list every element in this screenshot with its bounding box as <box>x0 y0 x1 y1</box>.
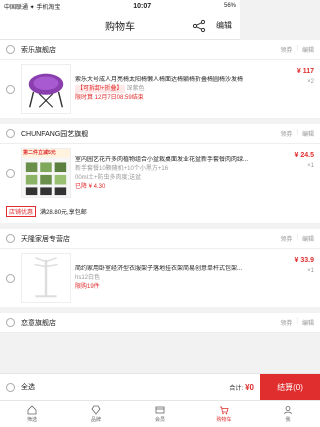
store-select-radio[interactable] <box>6 318 15 327</box>
user-icon <box>284 406 292 415</box>
tab-brand[interactable]: 品牌 <box>64 401 128 427</box>
tab-member[interactable]: 会员 <box>128 401 192 427</box>
cart-item[interactable]: 索乐大号成人月亮椅太阳椅懒人椅面达椅躺椅折叠椅圆椅沙发椅 【可拆卸+折叠】 深紫色… <box>0 60 320 118</box>
spec-text: 00ml土+防虫多肉度;送盆 <box>75 174 142 181</box>
checkout-bar: 全选 合计: ¥0 结算(0) <box>0 373 320 401</box>
tab-label: 品牌 <box>90 417 101 423</box>
spec-text: 深紫色 <box>126 86 145 92</box>
item-price: ¥ 33.9 <box>294 257 314 264</box>
status-bar: 中国联通 ✦ 手机淘宝 10:07 56% <box>0 0 240 12</box>
store-name[interactable]: CHUNFANG园艺旗舰 <box>21 129 280 139</box>
nav-bar: 购物车 编辑 <box>0 12 240 40</box>
tab-filter[interactable]: 筛选 <box>0 401 64 427</box>
promo-text: 已降 ¥ 4.30 <box>75 183 106 190</box>
page-title: 购物车 <box>105 22 135 33</box>
store-edit-button[interactable]: 编辑 <box>302 45 314 54</box>
item-price: ¥ 24.5 <box>294 152 314 159</box>
cart-icon <box>220 406 229 415</box>
product-title: 室内园艺花卉多肉植物组合小盆栽桌面发业花盆新手套餐肉肉绿... <box>75 156 249 163</box>
promo-banner: 第二件立减5元 <box>23 150 56 156</box>
store-card: CHUNFANG园艺旗舰 领券 | 编辑 第二件立减5元 室内园艺花卉多肉植物组… <box>0 124 320 223</box>
coupon-button[interactable]: 领券 <box>280 129 292 138</box>
tab-label: 购物车 <box>216 417 232 423</box>
tab-me[interactable]: 我 <box>256 401 320 427</box>
store-card: 索乐旗舰店 领券 | 编辑 索乐大号成人月亮椅太阳椅懒人椅面达椅躺椅折叠椅圆椅沙… <box>0 40 320 118</box>
coupon-button[interactable]: 领券 <box>280 318 292 327</box>
edit-button[interactable]: 编辑 <box>216 20 232 31</box>
store-header: 天隆家居专营店 领券 | 编辑 <box>0 229 320 249</box>
product-image[interactable] <box>21 64 71 114</box>
cart-item[interactable]: 简约家用卧室经济型衣服架子落地挂衣架简易创意单杆式包架... hs12白色 限购… <box>0 249 320 307</box>
total-amount: ¥0 <box>245 382 254 392</box>
share-icon[interactable] <box>192 19 206 33</box>
tab-label: 我 <box>285 417 291 423</box>
store-name[interactable]: 恋意旗舰店 <box>21 318 280 328</box>
store-select-radio[interactable] <box>6 129 15 138</box>
store-select-radio[interactable] <box>6 45 15 54</box>
tab-label: 会员 <box>154 417 165 423</box>
spec-text: 新手套餐10颗随机+10个小黑方+16 <box>75 165 169 172</box>
store-promo-row: 店铺优惠 满28.80元,享包邮 <box>0 202 320 223</box>
item-quantity: ×1 <box>307 268 314 274</box>
select-all-label[interactable]: 全选 <box>21 382 229 392</box>
store-card: 天隆家居专营店 领券 | 编辑 简约家用卧室经济型衣服架子落地挂衣架简易创意单杆… <box>0 229 320 307</box>
spec-text: hs12白色 <box>75 275 101 281</box>
home-icon <box>27 405 37 415</box>
coupon-button[interactable]: 领券 <box>280 234 292 243</box>
store-edit-button[interactable]: 编辑 <box>302 318 314 327</box>
item-select-radio[interactable] <box>6 168 15 178</box>
coupon-button[interactable]: 领券 <box>280 45 292 54</box>
store-header: 索乐旗舰店 领券 | 编辑 <box>0 40 320 60</box>
cart-item[interactable]: 第二件立减5元 室内园艺花卉多肉植物组合小盆栽桌面发业花盆新手套餐肉肉绿... … <box>0 144 320 202</box>
promo-text: 限购19件 <box>75 284 100 290</box>
carrier-label: 中国联通 ✦ 手机淘宝 <box>4 4 61 11</box>
store-edit-button[interactable]: 编辑 <box>302 234 314 243</box>
item-quantity: ×2 <box>307 79 314 85</box>
tab-label: 筛选 <box>26 417 37 423</box>
cart-list: 索乐旗舰店 领券 | 编辑 索乐大号成人月亮椅太阳椅懒人椅面达椅躺椅折叠椅圆椅沙… <box>0 40 320 373</box>
select-all-radio[interactable] <box>6 382 15 392</box>
store-promo-text: 满28.80元,享包邮 <box>40 210 87 216</box>
store-edit-button[interactable]: 编辑 <box>302 129 314 138</box>
checkout-button[interactable]: 结算(0) <box>260 373 320 401</box>
store-header: CHUNFANG园艺旗舰 领券 | 编辑 <box>0 124 320 144</box>
store-header: 恋意旗舰店 领券 | 编辑 <box>0 313 320 333</box>
tab-cart[interactable]: 购物车 <box>192 401 256 427</box>
item-quantity: ×1 <box>307 163 314 169</box>
store-card: 恋意旗舰店 领券 | 编辑 <box>0 313 320 333</box>
item-price: ¥ 117 <box>296 68 314 75</box>
total-label: 合计: <box>229 385 244 392</box>
card-icon <box>155 406 165 414</box>
product-image[interactable]: 第二件立减5元 <box>21 148 71 198</box>
item-select-radio[interactable] <box>6 84 15 94</box>
diamond-icon <box>91 405 101 415</box>
store-promo-badge: 店铺优惠 <box>6 206 37 217</box>
product-image[interactable] <box>21 253 71 303</box>
product-title: 索乐大号成人月亮椅太阳椅懒人椅面达椅躺椅折叠椅圆椅沙发椅 <box>75 77 244 83</box>
promo-text: 限时算 12月7日08:59结束 <box>75 95 144 101</box>
store-name[interactable]: 天隆家居专营店 <box>21 234 280 244</box>
product-title: 简约家用卧室经济型衣服架子落地挂衣架简易创意单杆式包架... <box>75 266 243 272</box>
spec-tag: 【可拆卸+折叠】 <box>75 85 125 93</box>
battery-indicator: 56% <box>223 3 236 9</box>
store-name[interactable]: 索乐旗舰店 <box>21 45 280 55</box>
tab-bar: 筛选 品牌 会员 购物车 我 <box>0 400 320 427</box>
store-select-radio[interactable] <box>6 234 15 243</box>
status-time: 10:07 <box>133 2 152 10</box>
item-select-radio[interactable] <box>6 273 15 283</box>
